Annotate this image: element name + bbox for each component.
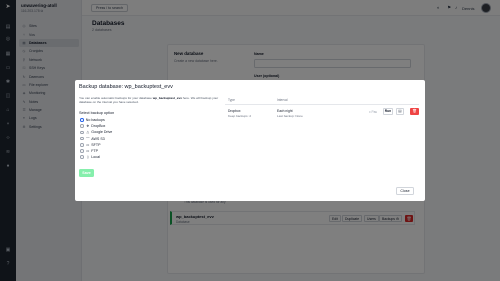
- backup-modal: Backup database: wp_backuptest_evv You c…: [75, 80, 425, 201]
- modal-description: You can enable automatic backups for you…: [79, 96, 219, 105]
- delete-icon[interactable]: 🗑: [410, 108, 419, 115]
- pause-button[interactable]: ⏸ Pau: [369, 110, 377, 114]
- col-interval-header: Interval: [277, 98, 288, 102]
- ftp-icon: ▭: [86, 149, 90, 154]
- settings-icon[interactable]: ▤: [396, 108, 404, 115]
- local-icon: ▯: [86, 155, 89, 160]
- radio[interactable]: [80, 143, 84, 147]
- aws-icon: ⌒: [86, 137, 90, 142]
- modal-title: Backup database: wp_backuptest_evv: [79, 84, 173, 90]
- google-drive-icon: △: [86, 130, 90, 135]
- radio[interactable]: [80, 149, 84, 153]
- close-button[interactable]: Close: [396, 187, 414, 195]
- option-local[interactable]: ▯ Local: [80, 154, 112, 160]
- backup-interval: Each night: [277, 109, 293, 113]
- radio[interactable]: [80, 136, 84, 141]
- backup-type: Dropbox: [228, 109, 241, 113]
- col-type-header: Type: [228, 98, 235, 102]
- select-backup-label: Select backup option: [79, 111, 115, 115]
- table-divider: [225, 104, 419, 105]
- dropbox-icon: ❖: [86, 124, 90, 129]
- backup-keep: Keep backups: 2: [228, 114, 252, 118]
- save-button[interactable]: Save: [79, 169, 94, 177]
- backup-last: Last backup: None: [277, 114, 303, 118]
- run-button[interactable]: Run: [383, 108, 393, 115]
- radio-selected[interactable]: [80, 118, 84, 122]
- radio[interactable]: [80, 155, 84, 160]
- sftp-icon: ▭: [86, 142, 90, 147]
- backup-options: No backups ❖ DropBox △ Google Drive ⌒ AWS S…: [80, 117, 112, 160]
- radio[interactable]: [80, 130, 84, 135]
- radio[interactable]: [80, 124, 84, 129]
